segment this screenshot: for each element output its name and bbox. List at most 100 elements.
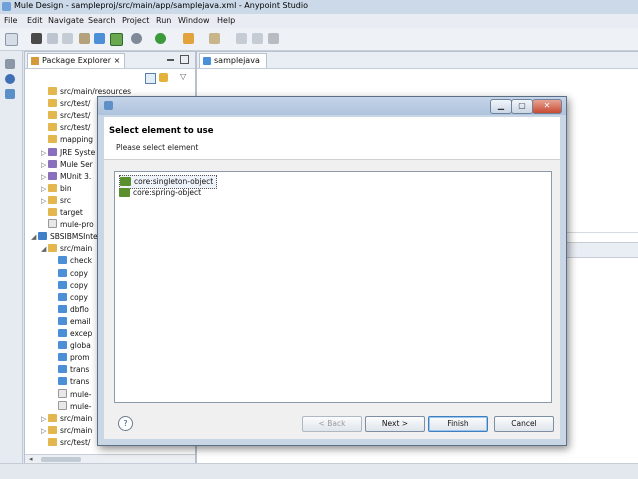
expand-icon[interactable]: ▷ [41,159,48,171]
collapse-all-icon[interactable] [145,73,156,84]
tree-item[interactable]: ◢ src/main [41,243,92,255]
back-button[interactable]: < Back [302,416,362,432]
list-item-spring-object[interactable]: core:spring-object [119,187,204,199]
dialog-close-button[interactable]: ✕ [532,99,562,114]
mule-perspective-icon[interactable] [110,33,123,46]
folder-icon [48,87,57,95]
tree-item-label: src/test/ [60,123,91,133]
debug-icon[interactable] [131,33,142,44]
tree-item[interactable]: check [51,255,92,267]
collapse-icon[interactable]: ◢ [31,231,38,243]
dialog-minimize-button[interactable]: ▁ [490,99,512,114]
menu-project[interactable]: Project [122,16,149,25]
tree-item[interactable]: email [51,316,91,328]
tree-item[interactable]: ▷ bin [41,183,72,195]
restore-icon[interactable] [5,59,15,69]
tree-item[interactable]: ◢ SBSIBMSInte [31,231,98,243]
tree-item[interactable]: ▷ src/main [41,425,92,437]
finish-button[interactable]: Finish [428,416,488,432]
tree-item[interactable]: copy [51,292,88,304]
tree-item[interactable]: src/test/ [41,98,90,110]
tree-item[interactable]: mule-pro [41,219,94,231]
cancel-button[interactable]: Cancel [494,416,554,432]
tree-item[interactable]: ▷ src [41,195,71,207]
list-item-label: core:singleton-object [134,177,214,186]
new-icon[interactable] [5,33,18,46]
tree-item[interactable]: trans [51,376,89,388]
expand-icon[interactable]: ▷ [41,171,48,183]
tree-item[interactable]: target [41,207,83,219]
tree-item[interactable]: mapping [41,134,93,146]
tab-package-explorer[interactable]: Package Explorer × [27,53,126,68]
help-button[interactable]: ? [118,416,133,431]
tree-item[interactable]: ▷ src/main [41,413,92,425]
tree-item[interactable]: mule- [51,400,91,413]
expand-icon[interactable]: ▷ [41,183,48,195]
expand-icon[interactable]: ▷ [41,413,48,425]
save-icon[interactable] [47,33,58,44]
globe-icon[interactable] [5,74,15,84]
menu-search[interactable]: Search [88,16,115,25]
tree-item[interactable]: globa [51,340,91,352]
menu-edit[interactable]: Edit [27,16,43,25]
dialog-maximize-button[interactable]: ▢ [511,99,533,114]
menu-window[interactable]: Window [178,16,210,25]
element-list[interactable]: core:singleton-object core:spring-object [114,171,552,403]
tree-item[interactable]: dbflo [51,304,89,316]
tree-item[interactable]: ▷ JRE Syste [41,147,95,159]
tab-label: Package Explorer [42,56,112,65]
next-button[interactable]: Next > [365,416,425,432]
run-icon[interactable] [155,33,166,44]
expand-icon[interactable]: ▷ [41,195,48,207]
tree-item-label: src [60,195,71,205]
expand-icon[interactable]: ▷ [41,147,48,159]
menu-run[interactable]: Run [156,16,171,25]
tree-item[interactable]: copy [51,268,88,280]
tree-item[interactable]: ▷ Mule Ser [41,159,93,171]
folder-icon [48,183,57,192]
redo-icon[interactable] [252,33,263,44]
tree-item[interactable]: prom [51,352,90,364]
link-icon[interactable] [31,33,42,44]
tree-item[interactable]: excep [51,328,92,340]
undo-icon[interactable] [236,33,247,44]
close-icon[interactable]: × [114,56,121,65]
link-with-editor-icon[interactable] [159,73,168,82]
collapse-icon[interactable]: ◢ [41,243,48,255]
tab-samplejava[interactable]: samplejava [199,53,267,68]
close-x-icon[interactable] [268,33,279,44]
save-all-icon[interactable] [62,33,73,44]
tree-item[interactable]: trans [51,364,89,376]
tree-item-label: mule- [70,389,92,399]
tree-item-label: src/main [60,425,93,435]
menu-help[interactable]: Help [217,16,235,25]
mule-icon [58,377,67,386]
tree-item-label: Mule Ser [60,159,93,169]
tree-item[interactable]: ▷ MUnit 3. [41,171,91,183]
mule-icon[interactable] [94,33,105,44]
dialog-header: Select element to use Please select elem… [104,117,560,160]
tree-item[interactable]: src/test/ [41,110,90,122]
expand-icon[interactable]: ▷ [41,425,48,437]
scroll-left-icon[interactable]: ◂ [29,455,33,463]
file-icon [48,219,57,229]
menu-navigate[interactable]: Navigate [48,16,84,25]
minimize-icon[interactable] [167,59,174,61]
mule-icon [58,365,67,374]
tree-item-label: src/test/ [60,111,91,121]
export-icon[interactable] [79,33,90,44]
hierarchy-icon[interactable] [5,89,15,99]
tree-item-label: email [70,316,91,326]
tree-item[interactable]: mule- [51,388,92,401]
menu-file[interactable]: File [4,16,17,25]
tree-item[interactable]: copy [51,280,88,292]
maximize-icon[interactable] [180,55,189,64]
forward-arrow-icon[interactable] [209,33,220,44]
tab-label: samplejava [214,56,260,65]
tree-item[interactable]: src/test/ [41,122,90,134]
view-menu-icon[interactable]: ▽ [180,72,186,81]
back-arrow-icon[interactable] [183,33,194,44]
tree-item[interactable]: src/test/ [41,437,90,449]
mule-icon [58,329,67,337]
scroll-thumb[interactable] [41,457,81,462]
